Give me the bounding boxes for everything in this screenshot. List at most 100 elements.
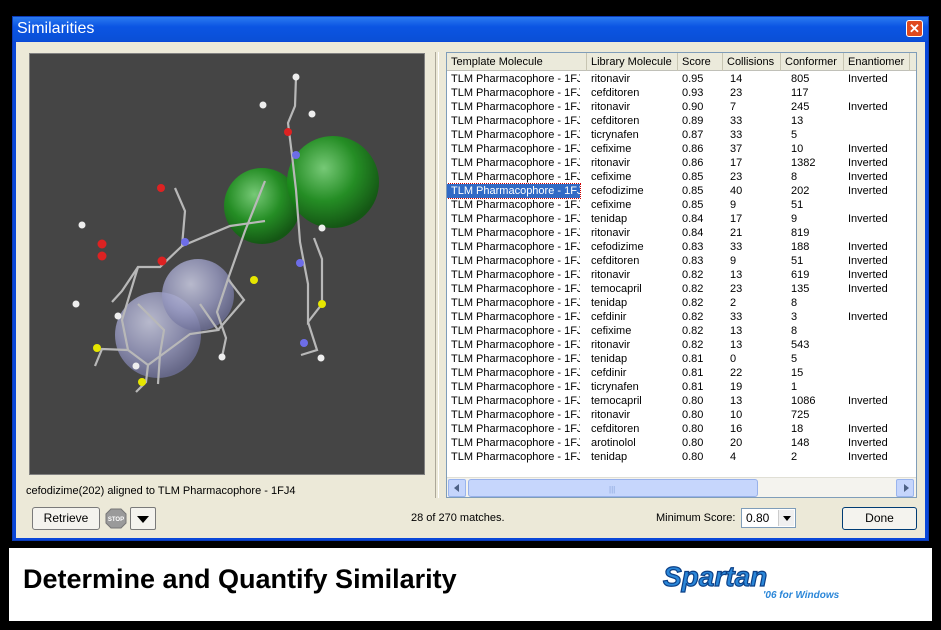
table-row[interactable]: TLM Pharmacophore - 1FJ4 temocapril 0.82 23… [447,282,916,296]
table-row[interactable]: TLM Pharmacophore - 1FJ4 cefixime 0.85 9 51 [447,198,916,212]
scroll-left-button[interactable] [448,479,466,497]
close-button[interactable]: ✕ [906,20,923,37]
done-button[interactable]: Done [842,507,917,530]
table-row[interactable]: TLM Pharmacophore - 1FJ4 cefditoren 0.93 23… [447,86,916,100]
table-row[interactable]: TLM Pharmacophore - 1FJ4 ritonavir 0.80 10 7… [447,408,916,422]
table-cell: 5 [791,129,798,141]
table-cell: 0.86 [682,143,704,155]
table-cell: 0.85 [682,185,704,197]
table-row[interactable]: TLM Pharmacophore - 1FJ4 cefodizime 0.83 33… [447,240,916,254]
table-cell: cefodizime [591,241,644,253]
table-row[interactable]: TLM Pharmacophore - 1FJ4 tenidap 0.82 2 8 [447,296,916,310]
table-cell: 0.83 [682,255,704,267]
table-row[interactable]: TLM Pharmacophore - 1FJ4 cefditoren 0.83 9 5… [447,254,916,268]
table-cell: TLM Pharmacophore - 1FJ4 [451,437,580,449]
table-row[interactable]: TLM Pharmacophore - 1FJ4 ticrynafen 0.87 33… [447,128,916,142]
table-cell: 18 [791,423,804,435]
table-row[interactable]: TLM Pharmacophore - 1FJ4 cefixime 0.85 23 8 I… [447,170,916,184]
stop-button[interactable]: STOP [104,507,128,530]
table-row[interactable]: TLM Pharmacophore - 1FJ4 temocapril 0.80 13… [447,394,916,408]
column-header[interactable]: Conformer [781,53,844,71]
sulfur-atom [250,276,258,284]
scroll-right-button[interactable] [896,479,914,497]
column-header[interactable]: Template Molecule [447,53,587,71]
table-row[interactable]: TLM Pharmacophore - 1FJ4 tenidap 0.84 17 9 In… [447,212,916,226]
title-bar[interactable]: Similarities ✕ [13,17,928,41]
table-row[interactable]: TLM Pharmacophore - 1FJ4 tenidap 0.80 4 2 Inv… [447,450,916,464]
table-row[interactable]: TLM Pharmacophore - 1FJ4 cefodizime 0.85 40… [447,183,916,199]
table-row[interactable]: TLM Pharmacophore - 1FJ4 ritonavir 0.82 13 6… [447,268,916,282]
column-header[interactable]: Enantiomer [844,53,910,71]
table-cell: 13 [730,325,743,337]
retrieve-button[interactable]: Retrieve [32,507,100,530]
table-cell: TLM Pharmacophore - 1FJ4 [451,143,580,155]
table-row[interactable]: TLM Pharmacophore - 1FJ4 cefixime 0.86 37 10… [447,142,916,156]
table-cell: 14 [730,73,743,85]
scroll-thumb[interactable]: ||| [468,479,758,497]
table-cell: 33 [730,129,743,141]
table-row[interactable]: TLM Pharmacophore - 1FJ4 arotinolol 0.80 20… [447,436,916,450]
table-cell: cefditoren [591,255,640,267]
table-cell: 0.82 [682,311,704,323]
column-header[interactable]: Score [678,53,723,71]
retrieve-menu-button[interactable] [130,507,156,530]
close-icon: ✕ [909,21,920,36]
table-cell: temocapril [591,283,642,295]
table-cell: cefditoren [591,87,640,99]
hydrogen-atom [114,312,122,320]
table-cell: 0.85 [682,171,704,183]
table-cell: 21 [730,227,743,239]
table-cell [844,408,910,422]
match-count: 28 of 270 matches. [411,512,505,524]
table-row[interactable]: TLM Pharmacophore - 1FJ4 ritonavir 0.95 14 8… [447,72,916,86]
table-row[interactable]: TLM Pharmacophore - 1FJ4 tenidap 0.81 0 5 [447,352,916,366]
table-row[interactable]: TLM Pharmacophore - 1FJ4 ritonavir 0.86 17 1… [447,156,916,170]
minimum-score-label: Minimum Score: [656,512,736,524]
chevron-down-icon[interactable] [778,510,794,526]
arrow-right-icon [904,484,909,492]
table-cell: 5 [791,353,798,365]
table-cell: TLM Pharmacophore - 1FJ4 [451,423,580,435]
table-cell: 0.82 [682,297,704,309]
logo-tagline: '06 for Windows [763,590,840,601]
table-cell: 0.95 [682,73,704,85]
dialog-client-area: cefodizime(202) aligned to TLM Pharmacop… [16,42,925,538]
table-row[interactable]: TLM Pharmacophore - 1FJ4 cefditoren 0.80 16… [447,422,916,436]
table-row[interactable]: TLM Pharmacophore - 1FJ4 cefdinir 0.82 33 3 I… [447,310,916,324]
table-cell: TLM Pharmacophore - 1FJ4 [451,171,580,183]
sulfur-atom [138,378,146,386]
table-cell: 1 [791,381,798,393]
table-cell: TLM Pharmacophore - 1FJ4 [451,157,580,169]
oxygen-atom [157,256,167,266]
minimum-score-select[interactable]: 0.80 [741,508,796,528]
molecule-viewer[interactable] [29,53,425,475]
column-header[interactable]: Collisions [723,53,781,71]
table-header: Template Molecule Library Molecule Score… [447,53,916,71]
table-cell: 13 [730,339,743,351]
table-row[interactable]: TLM Pharmacophore - 1FJ4 ritonavir 0.90 7 24… [447,100,916,114]
column-header[interactable]: Library Molecule [587,53,678,71]
table-cell: TLM Pharmacophore - 1FJ4 [451,213,580,225]
hydrogen-atom [78,221,86,229]
table-cell [844,226,910,240]
table-row[interactable]: TLM Pharmacophore - 1FJ4 cefixime 0.82 13 8 [447,324,916,338]
table-cell: 0.83 [682,241,704,253]
table-cell [844,352,910,366]
table-row[interactable]: TLM Pharmacophore - 1FJ4 ritonavir 0.84 21 8… [447,226,916,240]
table-cell [844,380,910,394]
hydrogen-atom [318,224,326,232]
nitrogen-atom [292,151,300,159]
horizontal-scrollbar[interactable]: ||| [447,477,916,497]
viewer-status-text: cefodizime(202) aligned to TLM Pharmacop… [26,485,296,497]
table-cell: ritonavir [591,157,631,169]
table-row[interactable]: TLM Pharmacophore - 1FJ4 cefditoren 0.89 33… [447,114,916,128]
table-cell: TLM Pharmacophore - 1FJ4 [451,283,580,295]
table-cell: Inverted [848,283,888,295]
table-cell: Inverted [848,73,888,85]
table-row[interactable]: TLM Pharmacophore - 1FJ4 cefdinir 0.81 22 15 [447,366,916,380]
caption-text: Determine and Quantify Similarity [23,564,457,594]
table-row[interactable]: TLM Pharmacophore - 1FJ4 ritonavir 0.82 13 5… [447,338,916,352]
table-row[interactable]: TLM Pharmacophore - 1FJ4 ticrynafen 0.81 19… [447,380,916,394]
panel-splitter[interactable] [435,52,439,498]
table-cell: 0.81 [682,353,704,365]
